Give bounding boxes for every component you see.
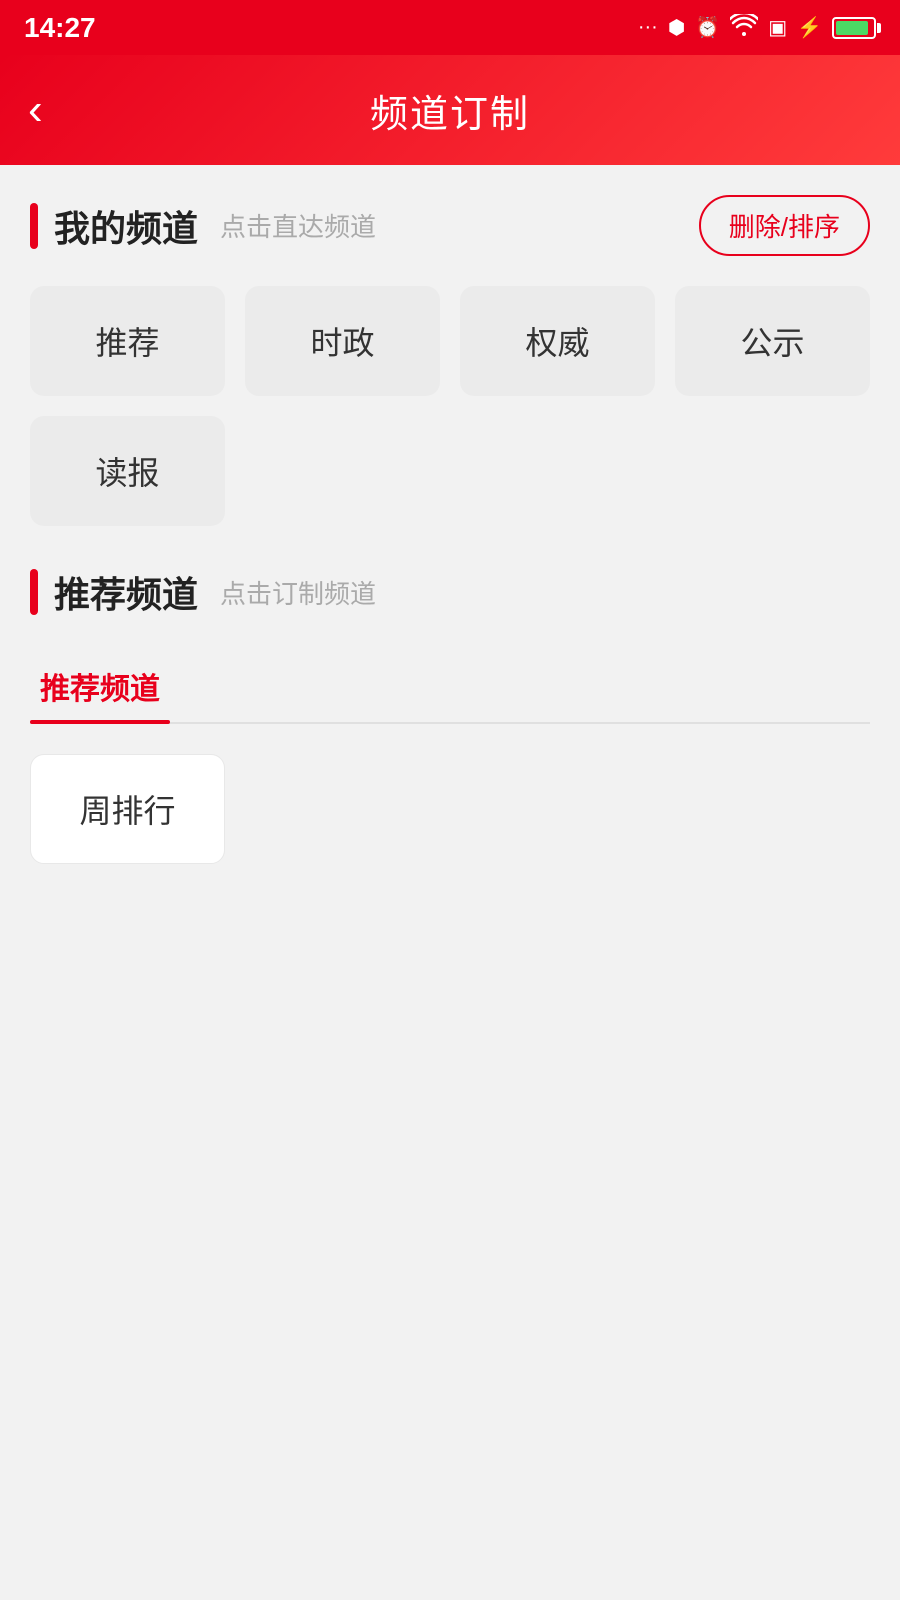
- header-title: 频道订制: [370, 83, 530, 138]
- bluetooth-icon: ⬢: [668, 15, 685, 40]
- channel-label-tuijian: 推荐: [95, 318, 159, 364]
- my-channels-title: 我的频道: [54, 200, 198, 252]
- recommended-channels-subtitle: 点击订制频道: [220, 574, 376, 611]
- recommended-channels-header: 推荐频道 点击订制频道: [30, 566, 870, 618]
- channel-item-dubao[interactable]: 读报: [30, 416, 225, 526]
- channel-item-shizheng[interactable]: 时政: [245, 286, 440, 396]
- channel-label-shizheng: 时政: [310, 318, 374, 364]
- channel-item-tuijian[interactable]: 推荐: [30, 286, 225, 396]
- tab-recommended[interactable]: 推荐频道: [30, 648, 170, 722]
- recommended-grid: 周排行: [30, 754, 870, 864]
- status-time: 14:27: [24, 12, 96, 44]
- status-bar: 14:27 ··· ⬢ ⏰ ▣ ⚡: [0, 0, 900, 55]
- recommended-channels-title-wrap: 推荐频道 点击订制频道: [30, 566, 376, 618]
- alarm-icon: ⏰: [695, 15, 720, 40]
- my-channels-subtitle: 点击直达频道: [220, 207, 376, 244]
- my-channels-section: 我的频道 点击直达频道 删除/排序 推荐 时政 权威 公示 读报: [30, 195, 870, 526]
- wifi-icon: [730, 14, 758, 42]
- channel-label-dubao: 读报: [95, 448, 159, 494]
- rec-label-zhoupaihang: 周排行: [79, 786, 175, 832]
- sort-delete-button[interactable]: 删除/排序: [699, 195, 870, 256]
- channel-item-gongshi[interactable]: 公示: [675, 286, 870, 396]
- section-bar-accent: [30, 203, 38, 249]
- my-channels-title-wrap: 我的频道 点击直达频道: [30, 200, 376, 252]
- recommended-channels-section: 推荐频道 点击订制频道 推荐频道 周排行: [30, 566, 870, 864]
- my-channels-grid: 推荐 时政 权威 公示 读报: [30, 286, 870, 526]
- recommended-channels-title: 推荐频道: [54, 566, 198, 618]
- charging-icon: ⚡: [797, 15, 822, 40]
- status-icons: ··· ⬢ ⏰ ▣ ⚡: [638, 14, 876, 42]
- sim-icon: ▣: [768, 15, 787, 40]
- back-button[interactable]: ‹: [28, 88, 43, 132]
- channel-item-quanwei[interactable]: 权威: [460, 286, 655, 396]
- section-bar-accent-rec: [30, 569, 38, 615]
- battery-icon: [832, 17, 876, 39]
- header: ‹ 频道订制: [0, 55, 900, 165]
- tab-recommended-label: 推荐频道: [40, 673, 160, 706]
- tab-bar: 推荐频道: [30, 648, 870, 724]
- main-content: 我的频道 点击直达频道 删除/排序 推荐 时政 权威 公示 读报: [0, 165, 900, 924]
- my-channels-header: 我的频道 点击直达频道 删除/排序: [30, 195, 870, 256]
- channel-label-gongshi: 公示: [740, 318, 804, 364]
- rec-item-zhoupaihang[interactable]: 周排行: [30, 754, 225, 864]
- channel-label-quanwei: 权威: [525, 318, 589, 364]
- signal-icon: ···: [638, 16, 658, 39]
